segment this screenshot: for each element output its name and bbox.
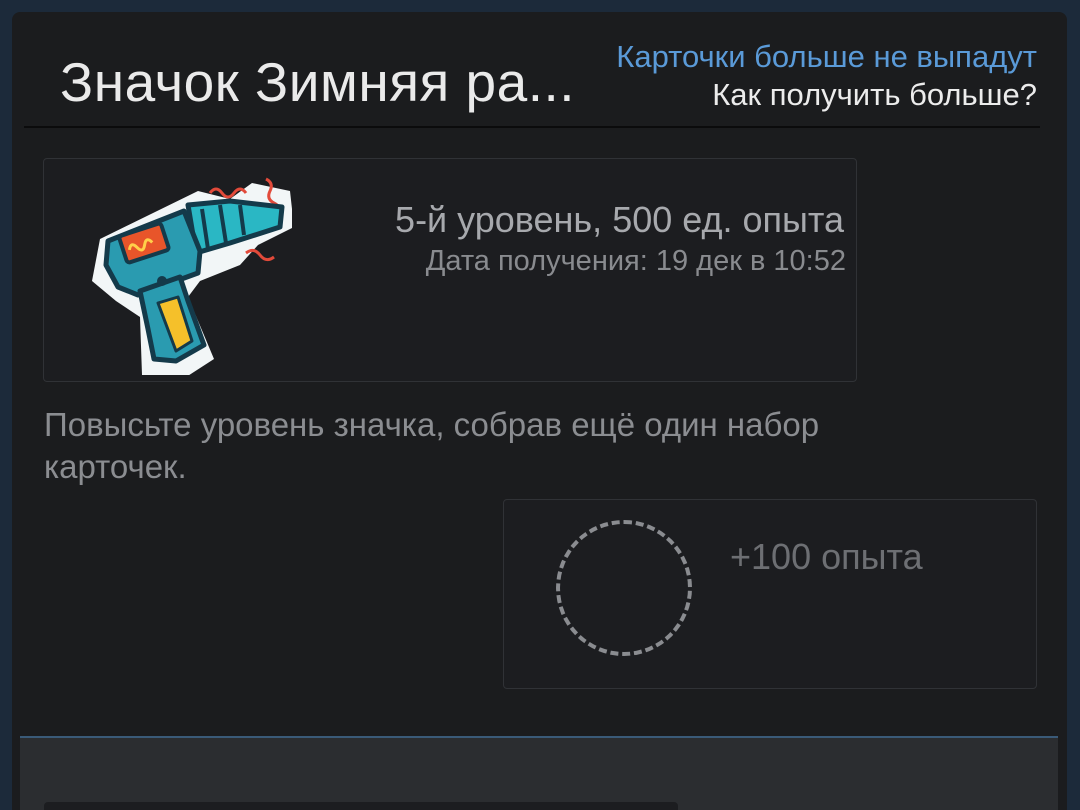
next-level-card: +100 опыта — [503, 499, 1037, 689]
bottom-panel — [20, 736, 1058, 810]
page-title: Значок Зимняя ра... — [60, 51, 576, 113]
header-links: Карточки больше не выпадут Как получить … — [616, 38, 1037, 114]
bottom-bar — [44, 802, 678, 810]
page-header: Значок Зимняя ра... Карточки больше не в… — [24, 12, 1040, 128]
raygun-badge-icon — [80, 169, 294, 381]
how-to-get-more-link[interactable]: Как получить больше? — [616, 76, 1037, 114]
dashed-circle-placeholder-icon — [556, 520, 692, 656]
no-more-cards-status: Карточки больше не выпадут — [616, 39, 1037, 74]
next-level-xp: +100 опыта — [730, 536, 923, 577]
badge-level-text: 5-й уровень, 500 ед. опыта — [395, 199, 844, 240]
badge-page: Значок Зимняя ра... Карточки больше не в… — [12, 12, 1067, 810]
badge-date-text: Дата получения: 19 дек в 10:52 — [425, 245, 846, 277]
level-up-hint: Повысьте уровень значка, собрав ещё один… — [44, 406, 820, 485]
current-badge-card[interactable]: 5-й уровень, 500 ед. опыта Дата получени… — [43, 158, 857, 382]
